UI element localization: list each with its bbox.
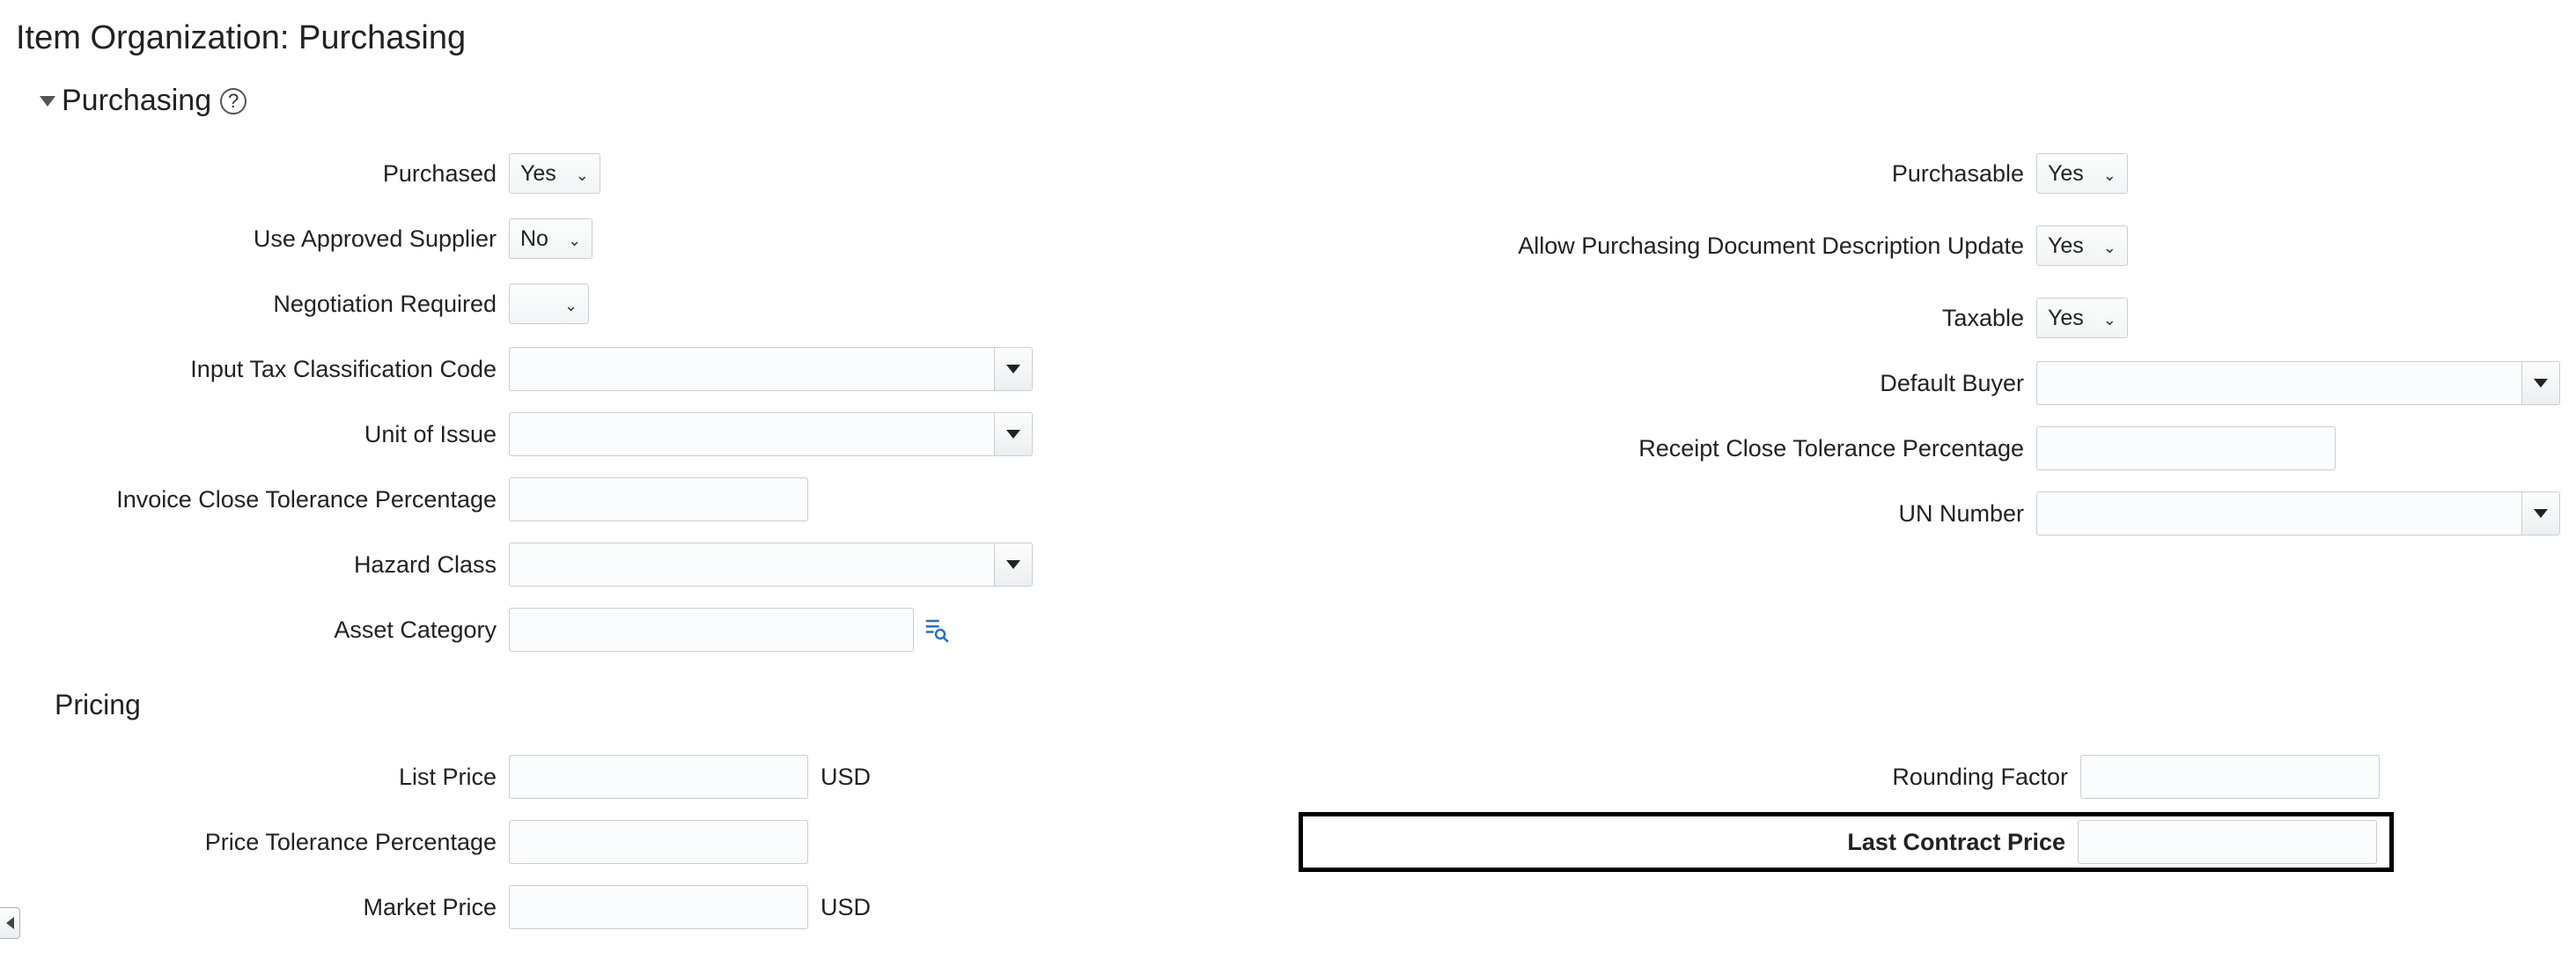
label-invoice-close-tolerance-percentage: Invoice Close Tolerance Percentage xyxy=(16,485,509,513)
label-hazard-class: Hazard Class xyxy=(16,550,509,579)
input-invoice-close-tolerance-percentage[interactable] xyxy=(509,477,808,521)
combo-un-number[interactable] xyxy=(2036,491,2560,536)
combo-default-buyer[interactable] xyxy=(2036,361,2560,405)
search-list-icon[interactable] xyxy=(923,617,949,643)
caret-down-icon xyxy=(1006,560,1020,569)
dropdown-button[interactable] xyxy=(2522,362,2559,404)
chevron-down-icon: ⌄ xyxy=(2093,306,2127,331)
expand-panel-handle[interactable] xyxy=(0,907,20,939)
label-rounding-factor: Rounding Factor xyxy=(1306,763,2080,791)
dropdown-button[interactable] xyxy=(2522,492,2559,535)
dropdown-button[interactable] xyxy=(995,413,1032,455)
section-header-purchasing[interactable]: Purchasing ? xyxy=(42,84,2560,118)
label-purchasable: Purchasable xyxy=(1262,159,2036,188)
select-negotiation-required[interactable]: ⌄ xyxy=(509,284,589,324)
label-price-tolerance-percentage: Price Tolerance Percentage xyxy=(16,828,509,856)
highlighted-field-last-contract-price: Last Contract Price xyxy=(1299,812,2394,872)
caret-down-icon xyxy=(1006,430,1020,439)
input-receipt-close-tolerance-percentage[interactable] xyxy=(2036,426,2336,470)
label-receipt-close-tolerance-percentage: Receipt Close Tolerance Percentage xyxy=(1262,434,2036,462)
combo-unit-of-issue[interactable] xyxy=(509,412,1033,456)
input-last-contract-price[interactable] xyxy=(2078,820,2377,864)
caret-left-icon xyxy=(6,917,14,929)
input-list-price[interactable] xyxy=(509,755,808,799)
label-asset-category: Asset Category xyxy=(16,616,509,644)
dropdown-button[interactable] xyxy=(995,348,1032,390)
label-negotiation-required: Negotiation Required xyxy=(16,290,509,318)
page-title: Item Organization: Purchasing xyxy=(16,19,2560,57)
input-market-price[interactable] xyxy=(509,885,808,929)
label-un-number: UN Number xyxy=(1262,499,2036,528)
suffix-list-price-currency: USD xyxy=(821,764,871,791)
input-asset-category[interactable] xyxy=(509,608,914,652)
help-icon[interactable]: ? xyxy=(220,88,247,114)
select-purchasable[interactable]: Yes ⌄ xyxy=(2036,153,2128,194)
label-default-buyer: Default Buyer xyxy=(1262,369,2036,397)
label-list-price: List Price xyxy=(16,763,509,791)
combo-input-tax-classification-code[interactable] xyxy=(509,347,1033,391)
label-unit-of-issue: Unit of Issue xyxy=(16,420,509,448)
dropdown-button[interactable] xyxy=(995,543,1032,586)
input-price-tolerance-percentage[interactable] xyxy=(509,820,808,864)
caret-down-icon xyxy=(2534,509,2548,518)
select-purchased[interactable]: Yes ⌄ xyxy=(509,153,600,194)
combo-hazard-class[interactable] xyxy=(509,543,1033,587)
select-use-approved-supplier[interactable]: No ⌄ xyxy=(509,218,592,259)
subsection-title-pricing: Pricing xyxy=(55,689,2560,721)
label-market-price: Market Price xyxy=(16,893,509,921)
caret-down-icon xyxy=(2534,379,2548,388)
collapse-triangle-icon xyxy=(40,96,55,107)
select-allow-pd-desc-update[interactable]: Yes ⌄ xyxy=(2036,225,2128,266)
caret-down-icon xyxy=(1006,365,1020,373)
section-title-purchasing: Purchasing xyxy=(62,84,211,118)
label-input-tax-classification-code: Input Tax Classification Code xyxy=(16,355,509,383)
chevron-down-icon: ⌄ xyxy=(2093,233,2127,259)
input-rounding-factor[interactable] xyxy=(2080,755,2380,799)
suffix-market-price-currency: USD xyxy=(821,894,871,921)
chevron-down-icon: ⌄ xyxy=(565,161,600,187)
label-taxable: Taxable xyxy=(1262,304,2036,332)
label-last-contract-price: Last Contract Price xyxy=(1306,828,2078,856)
select-taxable[interactable]: Yes ⌄ xyxy=(2036,298,2128,338)
label-use-approved-supplier: Use Approved Supplier xyxy=(16,225,509,253)
chevron-down-icon: ⌄ xyxy=(2093,161,2127,187)
label-allow-pd-desc-update: Allow Purchasing Document Description Up… xyxy=(1262,232,2036,260)
label-purchased: Purchased xyxy=(16,159,509,188)
chevron-down-icon: ⌄ xyxy=(554,292,588,317)
chevron-down-icon: ⌄ xyxy=(557,226,592,252)
